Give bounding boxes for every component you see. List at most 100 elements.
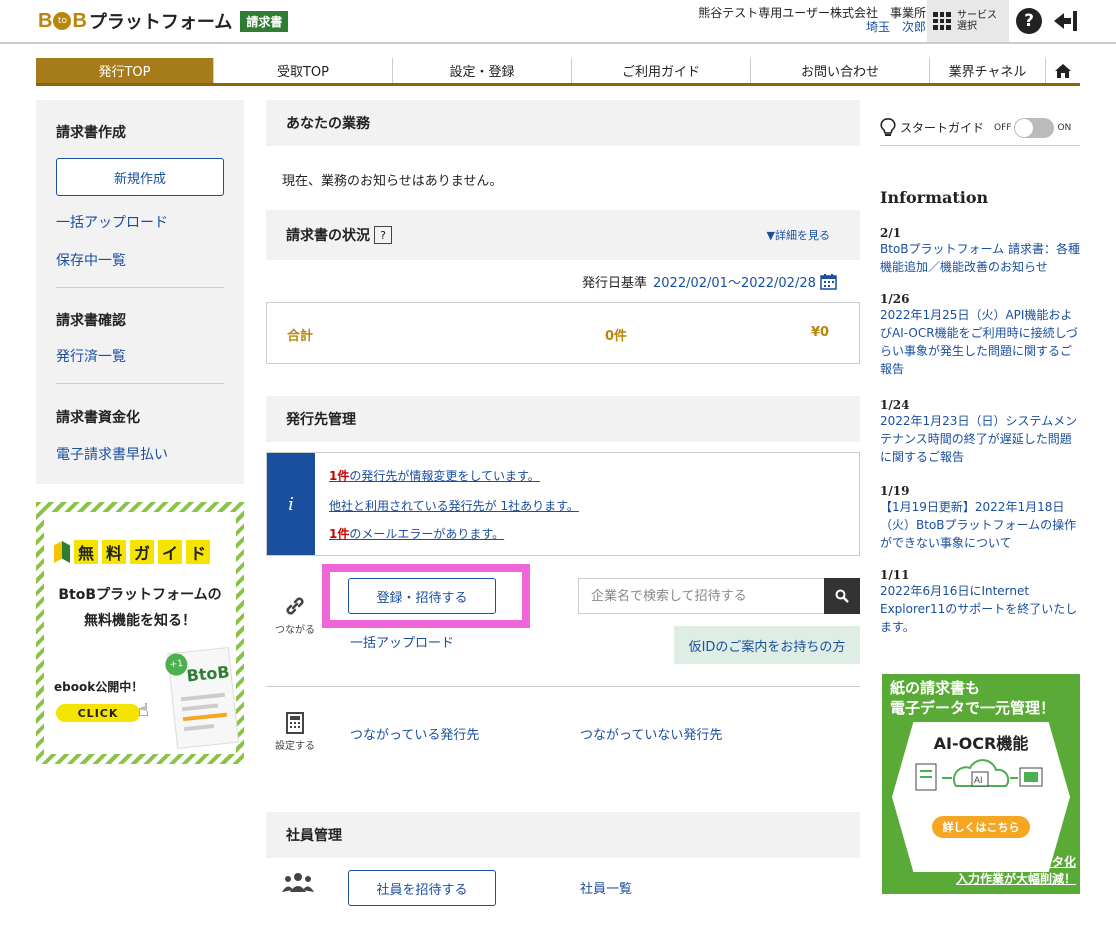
section-invoice-confirm: 請求書確認: [56, 313, 126, 329]
detail-link[interactable]: ▼詳細を見る: [767, 227, 830, 243]
invoice-summary-box: 合計 0件 ¥0: [266, 302, 860, 364]
section-invoice-status: 請求書の状況 ? ▼詳細を見る: [266, 210, 860, 260]
ocr-detail-button[interactable]: 詳しくはこちら: [932, 816, 1030, 838]
news-text[interactable]: BtoBプラットフォーム 請求書：各種機能追加／機能改善のお知らせ: [880, 240, 1080, 276]
date-range[interactable]: 2022/02/01～2022/02/28: [653, 272, 816, 291]
total-label: 合計: [287, 329, 314, 344]
connected-issuers-link[interactable]: つながっている発行先: [350, 724, 479, 743]
tab-guide[interactable]: ご利用ガイド: [572, 58, 751, 83]
news-item[interactable]: 1/19 【1月19日更新】2022年1月18日（火）BtoBプラットフォームの…: [880, 484, 1080, 552]
section-invoice-create: 請求書作成: [56, 125, 126, 141]
news-item[interactable]: 2/1 BtoBプラットフォーム 請求書：各種機能追加／機能改善のお知らせ: [880, 226, 1080, 276]
sidebar-early-payment[interactable]: 電子請求書早払い: [56, 444, 168, 464]
guide-inner: 無 料 ガ イ ド BtoBプラットフォームの 無料機能を知る！ ebook公開…: [44, 512, 239, 754]
setting-label: 設定する: [275, 741, 315, 752]
book-line: [181, 703, 219, 712]
total-count: 0件: [605, 329, 628, 344]
guide-title: 無 料 ガ イ ド: [54, 538, 234, 566]
notice-shared-issuer[interactable]: 他社と利用されている発行先が 1社あります。: [329, 497, 579, 514]
notice-info-changed[interactable]: 1件の発行先が情報変更をしています。: [329, 467, 540, 484]
invite-staff-button[interactable]: 社員を招待する: [348, 870, 496, 906]
search-button[interactable]: [824, 578, 860, 614]
section-staff-management: 社員管理: [266, 812, 860, 858]
setting-block: 設定する: [270, 712, 320, 752]
not-connected-issuers-link[interactable]: つながっていない発行先: [580, 724, 722, 743]
help-question-icon[interactable]: ?: [374, 226, 392, 244]
date-label: 発行日基準: [582, 276, 648, 291]
tab-receive-top[interactable]: 受取TOP: [214, 58, 393, 83]
btob-logo[interactable]: B to B プラットフォーム 請求書: [38, 8, 289, 34]
service-select-button[interactable]: サービス 選択: [927, 0, 1009, 42]
guide-char: ド: [186, 540, 210, 564]
no-notice-text: 現在、業務のお知らせはありません。: [282, 174, 503, 189]
news-date: 1/11: [880, 568, 910, 582]
ocr-title: AI-OCR機能: [933, 734, 1029, 753]
sidebar-issued-list[interactable]: 発行済一覧: [56, 346, 126, 366]
info-icon: i: [267, 453, 315, 555]
guide-char: 無: [74, 540, 98, 564]
issuer-notice-box: i 1件の発行先が情報変更をしています。 他社と利用されている発行先が 1社あり…: [266, 452, 860, 556]
invoice-status-title: 請求書の状況: [286, 228, 370, 244]
logo-letter: B: [72, 9, 87, 32]
logo-text: プラットフォーム: [88, 12, 233, 33]
news-item[interactable]: 1/26 2022年1月25日（火）API機能およびAI-OCR機能をご利用時に…: [880, 292, 1080, 378]
tab-settings[interactable]: 設定・登録: [393, 58, 572, 83]
company-search-input[interactable]: [578, 578, 824, 614]
sidebar-saved-list[interactable]: 保存中一覧: [56, 250, 126, 270]
temp-id-button[interactable]: 仮IDのご案内をお持ちの方: [674, 626, 860, 664]
book-title: BtoB: [185, 662, 231, 686]
news-date: 1/24: [880, 398, 910, 412]
book-line: [183, 724, 215, 732]
connect-label: つながる: [275, 625, 315, 636]
tab-contact[interactable]: お問い合わせ: [751, 58, 930, 83]
lightbulb-icon: [880, 117, 896, 136]
company-name: 熊谷テスト専用ユーザー株式会社: [698, 6, 878, 20]
news-text[interactable]: 2022年1月23日（日）システムメンテナンス時間の終了が遅延した問題に関するご…: [880, 412, 1080, 466]
start-guide-row: スタートガイド OFF ON: [880, 110, 1080, 146]
tab-industry-channel[interactable]: 業界チャネル: [930, 58, 1046, 83]
news-item[interactable]: 1/24 2022年1月23日（日）システムメンテナンス時間の終了が遅延した問題…: [880, 398, 1080, 466]
user-info: 熊谷テスト専用ユーザー株式会社 事業所 埼玉 次郎: [698, 6, 926, 34]
home-icon[interactable]: [1046, 58, 1080, 83]
office-name[interactable]: 埼玉: [866, 20, 890, 34]
start-guide-label: スタートガイド: [900, 121, 985, 135]
tab-issue-top[interactable]: 発行TOP: [36, 58, 214, 83]
total-amount: ¥0: [811, 325, 830, 340]
search-icon: [835, 589, 849, 603]
logo-to: to: [53, 12, 72, 30]
book-line: [180, 692, 225, 702]
free-guide-banner[interactable]: 無 料 ガ イ ド BtoBプラットフォームの 無料機能を知る！ ebook公開…: [36, 502, 244, 764]
sidebar-bulk-upload[interactable]: 一括アップロード: [56, 212, 168, 232]
news-text[interactable]: 2022年1月25日（火）API機能およびAI-OCR機能をご利用時に接続しづら…: [880, 306, 1080, 378]
guide-line2: 無料機能を知る！: [84, 613, 196, 629]
start-guide-toggle[interactable]: OFF ON: [994, 117, 1072, 138]
news-item[interactable]: 1/11 2022年6月16日にInternet Explorer11のサポート…: [880, 568, 1080, 636]
new-invoice-button[interactable]: 新規作成: [56, 158, 224, 196]
ebook-cover-image: +1 BtoB: [164, 647, 239, 749]
bulk-upload-link[interactable]: 一括アップロード: [350, 632, 454, 651]
service-label: サービス 選択: [957, 10, 997, 32]
notice-mail-error[interactable]: 1件のメールエラーがあります。: [329, 525, 504, 542]
link-icon: [286, 597, 304, 615]
toggle-off-label: OFF: [994, 122, 1012, 133]
guide-click-button[interactable]: CLICK: [56, 704, 140, 722]
news-text[interactable]: 【1月19日更新】2022年1月18日（火）BtoBプラットフォームの操作ができ…: [880, 498, 1080, 552]
help-icon[interactable]: ?: [1016, 8, 1042, 34]
calendar-icon[interactable]: [820, 273, 837, 290]
guide-char: 料: [102, 540, 126, 564]
user-name[interactable]: 次郎: [902, 20, 926, 34]
product-badge: 請求書: [240, 10, 289, 32]
people-icon: [282, 873, 314, 892]
news-text[interactable]: 2022年6月16日にInternet Explorer11のサポートを終了いた…: [880, 582, 1080, 636]
divider: [56, 287, 224, 288]
left-sidebar: 請求書作成 新規作成 一括アップロード 保存中一覧 請求書確認 発行済一覧 請求…: [36, 100, 244, 484]
logout-icon[interactable]: [1052, 8, 1080, 34]
ai-ocr-banner[interactable]: 紙の請求書も 電子データで一元管理！ AI-OCR機能 AI 詳しくはこちら 簡…: [882, 674, 1080, 894]
office-label: 事業所: [889, 6, 926, 20]
news-date: 2/1: [880, 226, 902, 240]
toggle-on-label: ON: [1057, 122, 1072, 133]
register-invite-button[interactable]: 登録・招待する: [348, 578, 496, 614]
book-line: [182, 712, 228, 722]
ocr-ai-label: AI: [974, 775, 983, 785]
staff-list-link[interactable]: 社員一覧: [580, 878, 632, 897]
